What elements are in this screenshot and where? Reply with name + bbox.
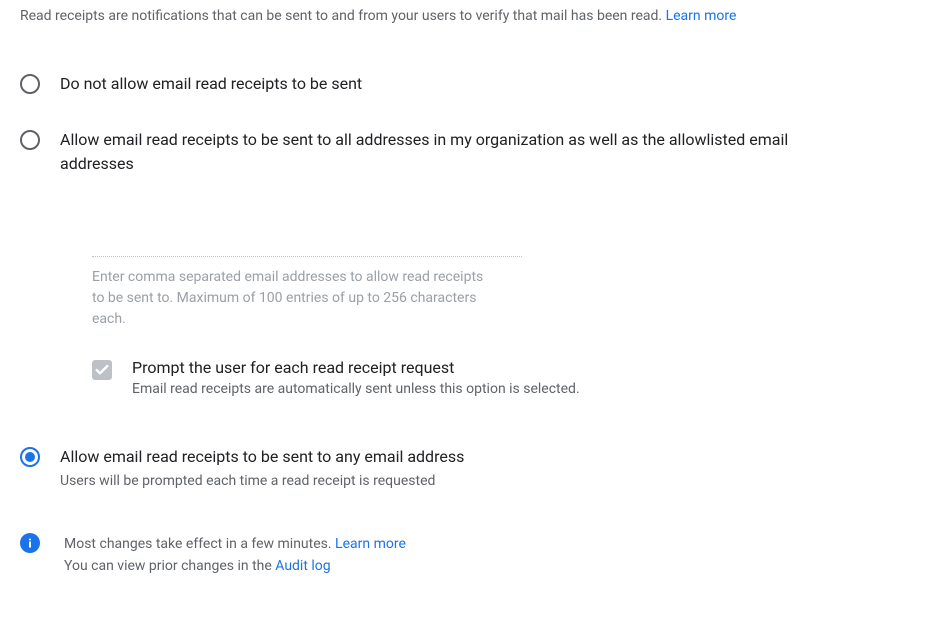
prompt-checkbox-sublabel: Email read receipts are automatically se… [132,381,580,397]
option-sublabel: Users will be prompted each time a read … [60,473,464,489]
prompt-checkbox[interactable] [92,360,112,380]
footer-learn-more-link[interactable]: Learn more [335,536,406,552]
allowlist-input-helper: Enter comma separated email addresses to… [92,267,492,330]
option-label: Allow email read receipts to be sent to … [60,128,860,176]
footer-line-audit: You can view prior changes in the Audit … [64,555,406,577]
prompt-checkbox-row: Prompt the user for each read receipt re… [92,358,927,397]
option-allow-org-and-allowlist[interactable]: Allow email read receipts to be sent to … [20,128,927,176]
checkmark-icon [94,362,110,378]
info-icon [20,533,40,553]
intro-text: Read receipts are notifications that can… [20,8,927,24]
option-label: Do not allow email read receipts to be s… [60,72,362,96]
allowlist-email-input[interactable] [92,232,522,257]
prompt-checkbox-label: Prompt the user for each read receipt re… [132,358,580,377]
allowlist-settings: Enter comma separated email addresses to… [92,232,927,397]
footer-note: Most changes take effect in a few minute… [20,533,927,578]
option-do-not-allow[interactable]: Do not allow email read receipts to be s… [20,72,927,96]
intro-learn-more-link[interactable]: Learn more [666,8,737,24]
read-receipts-radio-group: Do not allow email read receipts to be s… [20,72,927,497]
radio-icon[interactable] [20,447,40,467]
radio-icon[interactable] [20,74,40,94]
option-label: Allow email read receipts to be sent to … [60,445,464,469]
option-allow-any[interactable]: Allow email read receipts to be sent to … [20,445,927,489]
radio-icon[interactable] [20,130,40,150]
footer-line-changes: Most changes take effect in a few minute… [64,533,406,555]
footer-audit-log-link[interactable]: Audit log [275,558,330,574]
intro-description: Read receipts are notifications that can… [20,8,666,24]
